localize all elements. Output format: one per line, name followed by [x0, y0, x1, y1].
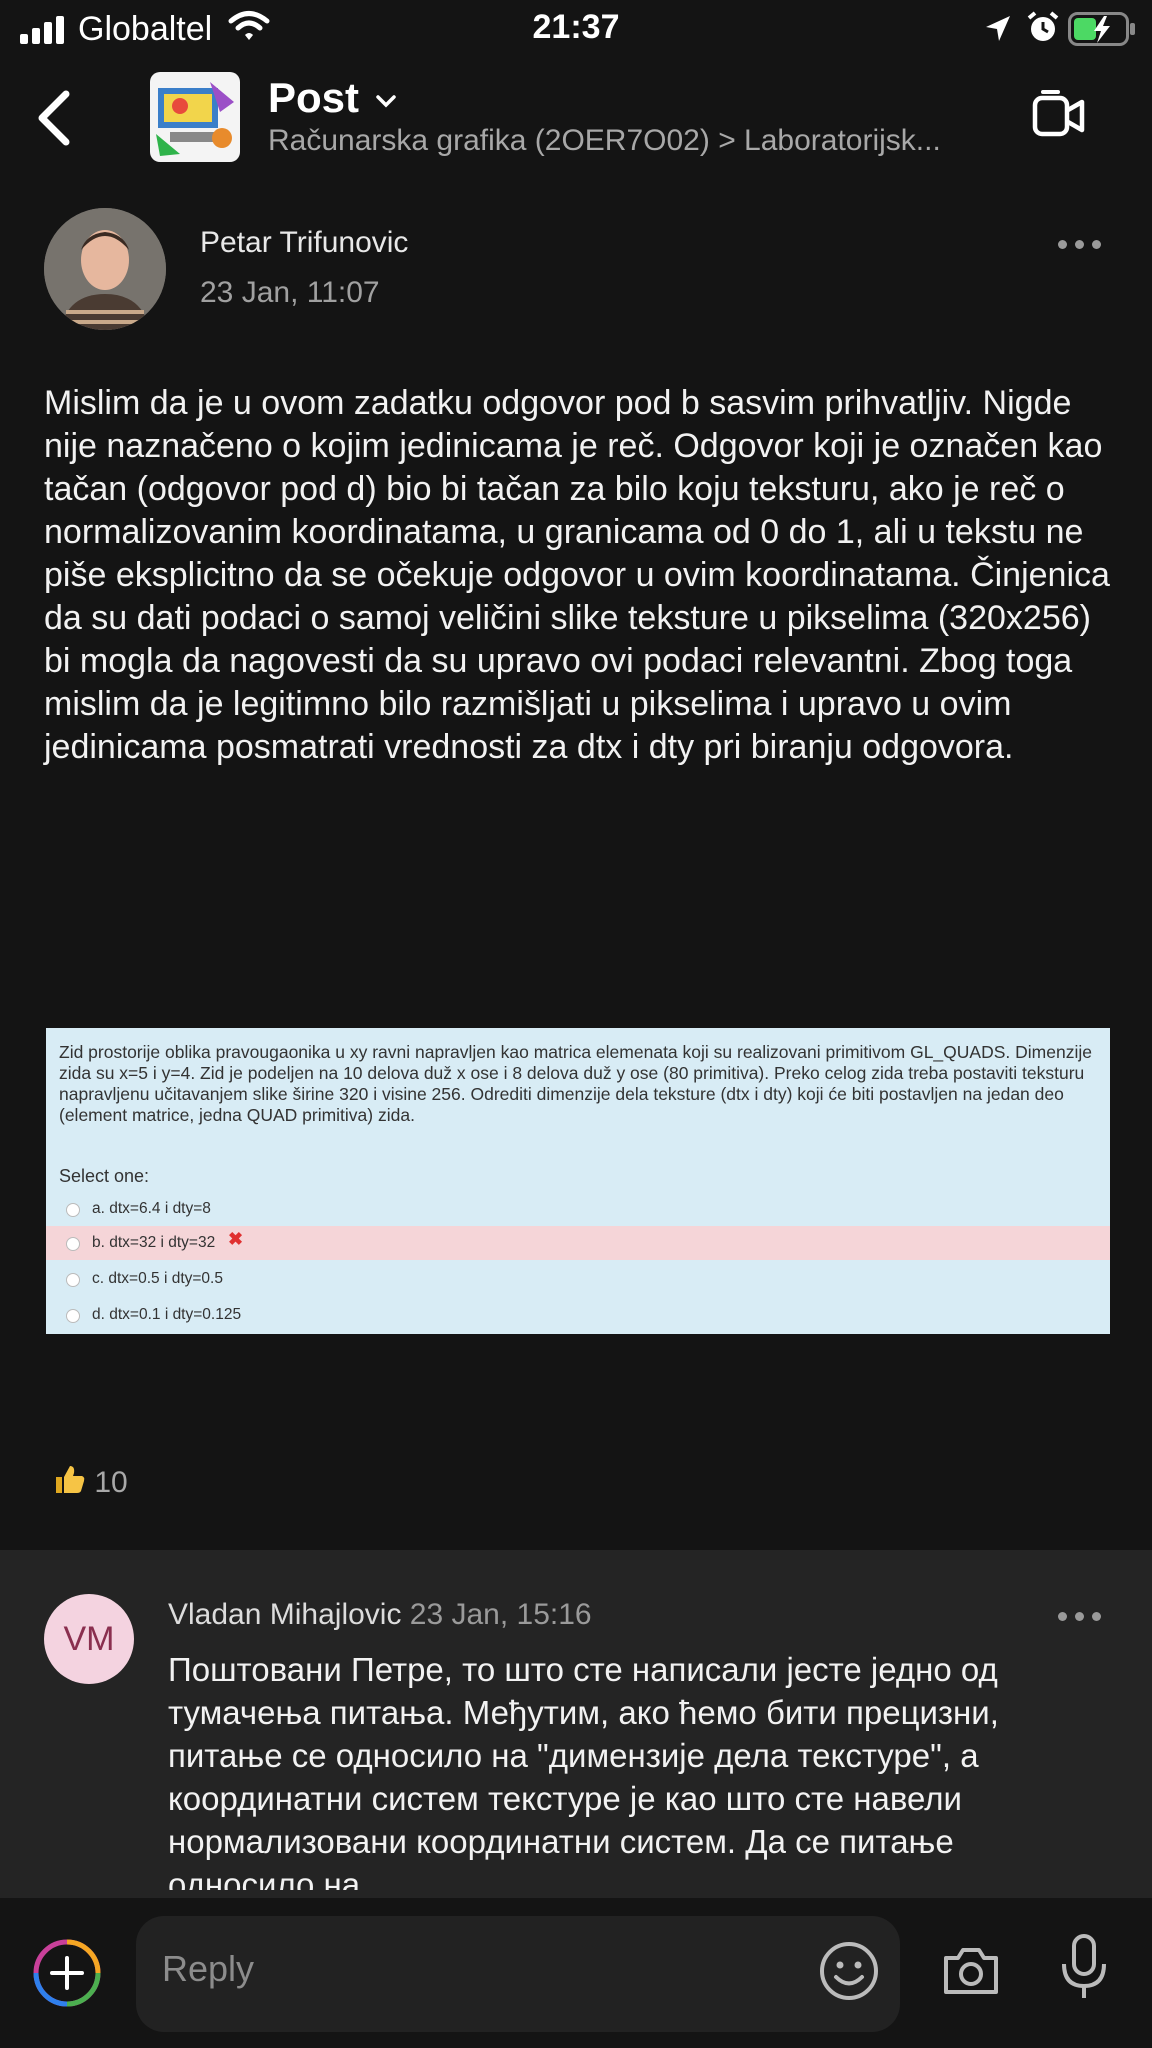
quiz-option-a: a. dtx=6.4 i dty=8: [46, 1192, 1110, 1226]
post-body: Mislim da je u ovom zadatku odgovor pod …: [44, 384, 1110, 766]
radio-icon: [66, 1273, 80, 1287]
quiz-question: Zid prostorije oblika pravougaonika u xy…: [59, 1042, 1092, 1125]
group-thumbnail[interactable]: [150, 72, 240, 162]
quiz-option-d: d. dtx=0.1 i dty=0.125: [46, 1298, 1110, 1332]
reply-author[interactable]: Vladan Mihajlovic: [168, 1598, 401, 1631]
quiz-select-label: Select one:: [59, 1166, 150, 1186]
video-call-icon[interactable]: [1030, 90, 1086, 142]
page-title[interactable]: Post: [268, 74, 397, 122]
radio-icon: [66, 1203, 80, 1217]
reply-body: Поштовани Петре, то што сте написали јес…: [168, 1651, 999, 1890]
microphone-icon[interactable]: [1058, 1932, 1110, 2002]
alarm-icon: [1027, 11, 1059, 41]
add-attachment-icon[interactable]: [32, 1938, 102, 2008]
post-author[interactable]: Petar Trifunovic: [200, 226, 408, 260]
emoji-icon[interactable]: [818, 1940, 880, 2002]
radio-icon: [66, 1309, 80, 1323]
more-options-icon[interactable]: [1058, 240, 1102, 252]
wrong-mark-icon: ✖: [228, 1229, 244, 1249]
more-options-icon[interactable]: [1058, 1612, 1102, 1624]
attached-quiz-image[interactable]: Zid prostorije oblika pravougaonika u xy…: [46, 1028, 1110, 1334]
camera-icon[interactable]: [940, 1942, 1002, 1998]
quiz-option-b: b. dtx=32 i dty=32 ✖: [46, 1226, 1110, 1260]
reply-placeholder[interactable]: Reply: [162, 1948, 254, 1990]
back-arrow-icon[interactable]: [34, 88, 74, 148]
post-date: 23 Jan, 11:07: [200, 276, 380, 309]
thumbs-up-icon: [56, 1466, 85, 1493]
avatar[interactable]: [44, 208, 166, 330]
location-arrow-icon: [986, 16, 1010, 41]
like-reaction[interactable]: 10: [52, 1462, 128, 1500]
channel-breadcrumb[interactable]: Računarska grafika (2OER7O02) > Laborato…: [268, 124, 1008, 158]
battery-icon: [1068, 12, 1135, 46]
radio-icon: [66, 1237, 80, 1251]
chevron-down-icon[interactable]: [375, 93, 397, 109]
clock: 21:37: [532, 8, 620, 46]
like-count: 10: [94, 1466, 128, 1499]
avatar[interactable]: VM: [44, 1594, 134, 1684]
reply-header: Vladan Mihajlovic 23 Jan, 15:16: [168, 1598, 592, 1632]
quiz-option-c: c. dtx=0.5 i dty=0.5: [46, 1262, 1110, 1296]
reply-date: 23 Jan, 15:16: [409, 1598, 592, 1631]
